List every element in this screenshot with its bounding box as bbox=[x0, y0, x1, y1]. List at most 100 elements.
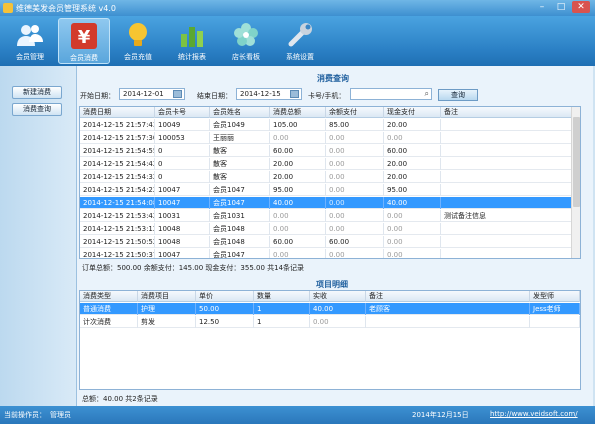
start-date-picker[interactable]: 2014-12-01 bbox=[119, 88, 185, 100]
table-cell: 60.00 bbox=[270, 236, 326, 248]
table-cell: 50.00 bbox=[196, 303, 254, 315]
minimize-button[interactable]: – bbox=[533, 1, 551, 13]
members-icon bbox=[17, 25, 43, 46]
tool-label: 系统设置 bbox=[286, 53, 314, 61]
details-table-header: 消费类型 消费项目 单价 数量 实收 备注 发型师 bbox=[80, 291, 580, 302]
scrollbar-thumb[interactable] bbox=[573, 117, 580, 207]
status-bar: 当前操作员： 管理员 2014年12月15日 http://www.veidso… bbox=[0, 406, 595, 424]
tool-label: 会员充值 bbox=[124, 53, 152, 61]
table-cell: 0.00 bbox=[326, 210, 384, 222]
column-header[interactable]: 会员姓名 bbox=[210, 107, 270, 118]
tool-label: 统计报表 bbox=[178, 53, 206, 61]
table-cell: 0.00 bbox=[270, 223, 326, 235]
calendar-icon[interactable] bbox=[173, 90, 182, 98]
column-header[interactable]: 实收 bbox=[310, 291, 366, 302]
tool-dashboard[interactable]: 店长看板 bbox=[220, 18, 272, 64]
table-cell: 王丽丽 bbox=[210, 132, 270, 144]
title-bar: 维德美发会员管理系统 v4.0 – □ ✕ bbox=[0, 0, 595, 16]
order-row[interactable]: 2014-12-15 21:57:43 10049 会员1049 105.00 85.0… bbox=[80, 119, 573, 131]
table-cell: 散客 bbox=[210, 171, 270, 183]
column-header[interactable]: 单价 bbox=[196, 291, 254, 302]
column-header[interactable]: 余额支付 bbox=[326, 107, 384, 118]
table-cell: 0 bbox=[155, 145, 210, 157]
table-cell bbox=[366, 316, 530, 328]
table-cell: 0 bbox=[155, 158, 210, 170]
table-cell: 散客 bbox=[210, 145, 270, 157]
table-cell: 0.00 bbox=[326, 197, 384, 209]
detail-row[interactable]: 计次消费 剪发 12.50 1 0.00 bbox=[80, 316, 580, 328]
order-row[interactable]: 2014-12-15 21:54:08 10047 会员1047 40.00 0.00 4… bbox=[80, 197, 573, 209]
sidebar-item-new-consume[interactable]: 新建消费 bbox=[12, 86, 62, 99]
orders-scrollbar[interactable] bbox=[571, 107, 580, 258]
sidebar-item-consume-query[interactable]: 消费查询 bbox=[12, 103, 62, 116]
order-row[interactable]: 2014-12-15 21:57:30 100053 王丽丽 0.00 0.00 0.00 bbox=[80, 132, 573, 144]
table-cell: 计次消费 bbox=[80, 316, 138, 328]
table-cell: 2014-12-15 21:50:37 bbox=[80, 249, 155, 258]
order-row[interactable]: 2014-12-15 21:54:32 0 散客 20.00 0.00 20.00 bbox=[80, 171, 573, 183]
order-row[interactable]: 2014-12-15 21:54:22 10047 会员1047 95.00 0.00 9… bbox=[80, 184, 573, 196]
column-header[interactable]: 备注 bbox=[366, 291, 530, 302]
end-date-label: 结束日期： bbox=[197, 92, 232, 100]
tool-consume[interactable]: ¥ 会员消费 bbox=[58, 18, 110, 64]
column-header[interactable]: 会员卡号 bbox=[155, 107, 210, 118]
maximize-button[interactable]: □ bbox=[552, 1, 570, 13]
table-cell bbox=[441, 132, 573, 144]
column-header[interactable]: 现金支付 bbox=[384, 107, 441, 118]
table-cell bbox=[441, 236, 573, 248]
table-cell: 40.00 bbox=[310, 303, 366, 315]
calendar-icon[interactable] bbox=[290, 90, 299, 98]
tool-reports[interactable]: 统计报表 bbox=[166, 18, 218, 64]
column-header[interactable]: 消费总额 bbox=[270, 107, 326, 118]
order-row[interactable]: 2014-12-15 21:54:55 0 散客 60.00 0.00 60.00 bbox=[80, 145, 573, 157]
close-button[interactable]: ✕ bbox=[572, 1, 590, 13]
column-header[interactable]: 消费项目 bbox=[138, 291, 196, 302]
column-header[interactable]: 消费类型 bbox=[80, 291, 138, 302]
column-header[interactable]: 消费日期 bbox=[80, 107, 155, 118]
table-cell bbox=[441, 249, 573, 258]
table-cell: 会员1031 bbox=[210, 210, 270, 222]
orders-table[interactable]: 消费日期 会员卡号 会员姓名 消费总额 余额支付 现金支付 备注 2014-12-15 21… bbox=[79, 106, 581, 259]
table-cell: 会员1047 bbox=[210, 249, 270, 258]
table-cell: 10047 bbox=[155, 197, 210, 209]
sidebar: 新建消费 消费查询 bbox=[0, 66, 76, 406]
table-cell: 2014-12-15 21:50:52 bbox=[80, 236, 155, 248]
table-cell: 0.00 bbox=[384, 132, 441, 144]
table-cell: 2014-12-15 21:54:32 bbox=[80, 171, 155, 183]
order-row[interactable]: 2014-12-15 21:50:52 10048 会员1048 60.00 60.00… bbox=[80, 236, 573, 248]
column-header[interactable]: 备注 bbox=[441, 107, 573, 118]
table-cell: 0.00 bbox=[384, 249, 441, 258]
order-row[interactable]: 2014-12-15 21:50:37 10047 会员1047 0.00 0.00 0.… bbox=[80, 249, 573, 258]
tool-recharge[interactable]: 会员充值 bbox=[112, 18, 164, 64]
search-button[interactable]: 查询 bbox=[438, 89, 478, 101]
details-table[interactable]: 消费类型 消费项目 单价 数量 实收 备注 发型师 普通消费 护理 50.00 1 40.00 老顾客… bbox=[79, 290, 581, 390]
table-cell: 12.50 bbox=[196, 316, 254, 328]
table-cell bbox=[441, 197, 573, 209]
table-cell: 10031 bbox=[155, 210, 210, 222]
tool-members[interactable]: 会员管理 bbox=[4, 18, 56, 64]
table-cell: 10047 bbox=[155, 184, 210, 196]
table-cell bbox=[441, 171, 573, 183]
column-header[interactable]: 数量 bbox=[254, 291, 310, 302]
card-phone-input[interactable]: ⌕ bbox=[350, 88, 432, 100]
table-cell: 10049 bbox=[155, 119, 210, 131]
column-header[interactable]: 发型师 bbox=[530, 291, 580, 302]
table-cell: 会员1047 bbox=[210, 197, 270, 209]
table-cell bbox=[441, 158, 573, 170]
end-date-picker[interactable]: 2014-12-15 bbox=[236, 88, 302, 100]
order-row[interactable]: 2014-12-15 21:54:42 0 散客 20.00 0.00 20.00 bbox=[80, 158, 573, 170]
table-cell: 40.00 bbox=[384, 197, 441, 209]
bar-chart-icon bbox=[181, 27, 203, 47]
website-link[interactable]: http://www.veidsoft.com/ bbox=[490, 410, 578, 418]
search-icon[interactable]: ⌕ bbox=[425, 89, 429, 99]
table-cell: 2014-12-15 21:53:42 bbox=[80, 210, 155, 222]
table-cell bbox=[441, 145, 573, 157]
table-cell: 0.00 bbox=[326, 249, 384, 258]
detail-row[interactable]: 普通消费 护理 50.00 1 40.00 老顾客 Jess老师 bbox=[80, 303, 580, 315]
order-row[interactable]: 2014-12-15 21:53:42 10031 会员1031 0.00 0.00 0.… bbox=[80, 210, 573, 222]
table-cell: 护理 bbox=[138, 303, 196, 315]
order-row[interactable]: 2014-12-15 21:53:12 10048 会员1048 0.00 0.00 0.… bbox=[80, 223, 573, 235]
table-cell: 1 bbox=[254, 303, 310, 315]
tool-label: 店长看板 bbox=[232, 53, 260, 61]
flower-icon bbox=[234, 23, 258, 46]
tool-settings[interactable]: 系统设置 bbox=[274, 18, 326, 64]
